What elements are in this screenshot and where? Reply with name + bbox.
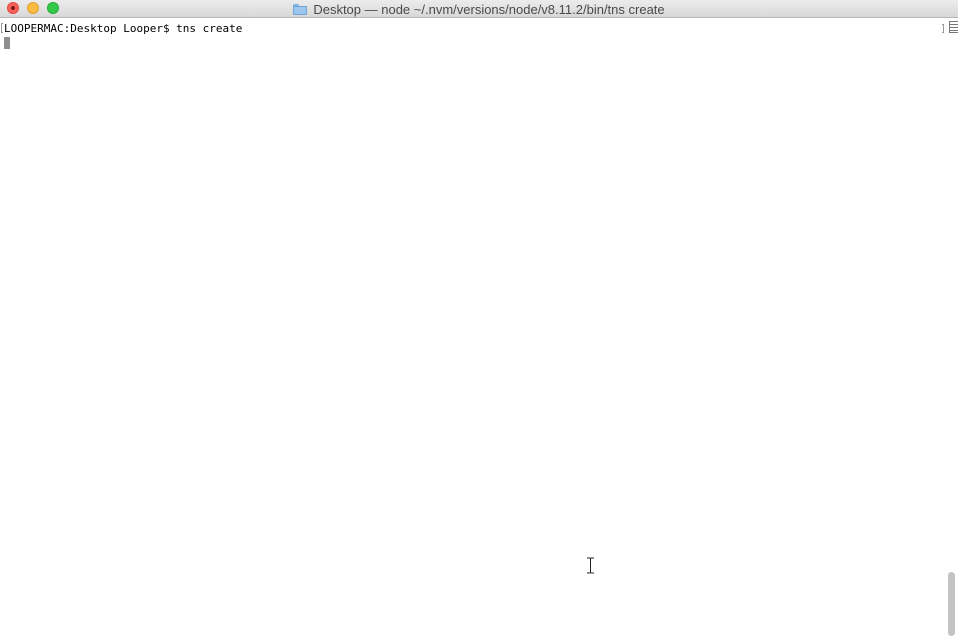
terminal-window: Desktop — node ~/.nvm/versions/node/v8.1… xyxy=(0,0,958,641)
title-container: Desktop — node ~/.nvm/versions/node/v8.1… xyxy=(0,0,958,18)
split-view-icon[interactable] xyxy=(949,21,958,33)
close-button[interactable] xyxy=(7,2,19,14)
terminal-line: LOOPERMAC:Desktop Looper$ tns create xyxy=(4,22,243,35)
scrollbar[interactable] xyxy=(944,38,958,641)
minimize-button[interactable] xyxy=(27,2,39,14)
scroll-mark-icon xyxy=(942,24,944,33)
title-bar[interactable]: Desktop — node ~/.nvm/versions/node/v8.1… xyxy=(0,0,958,18)
line-mark-icon xyxy=(1,23,3,33)
terminal-output[interactable]: LOOPERMAC:Desktop Looper$ tns create xyxy=(0,18,944,641)
text-cursor xyxy=(4,37,10,49)
i-beam-cursor-icon xyxy=(587,557,594,574)
folder-icon xyxy=(293,3,308,15)
window-title: Desktop — node ~/.nvm/versions/node/v8.1… xyxy=(313,1,665,17)
maximize-button[interactable] xyxy=(47,2,59,14)
scrollbar-thumb[interactable] xyxy=(948,572,955,636)
